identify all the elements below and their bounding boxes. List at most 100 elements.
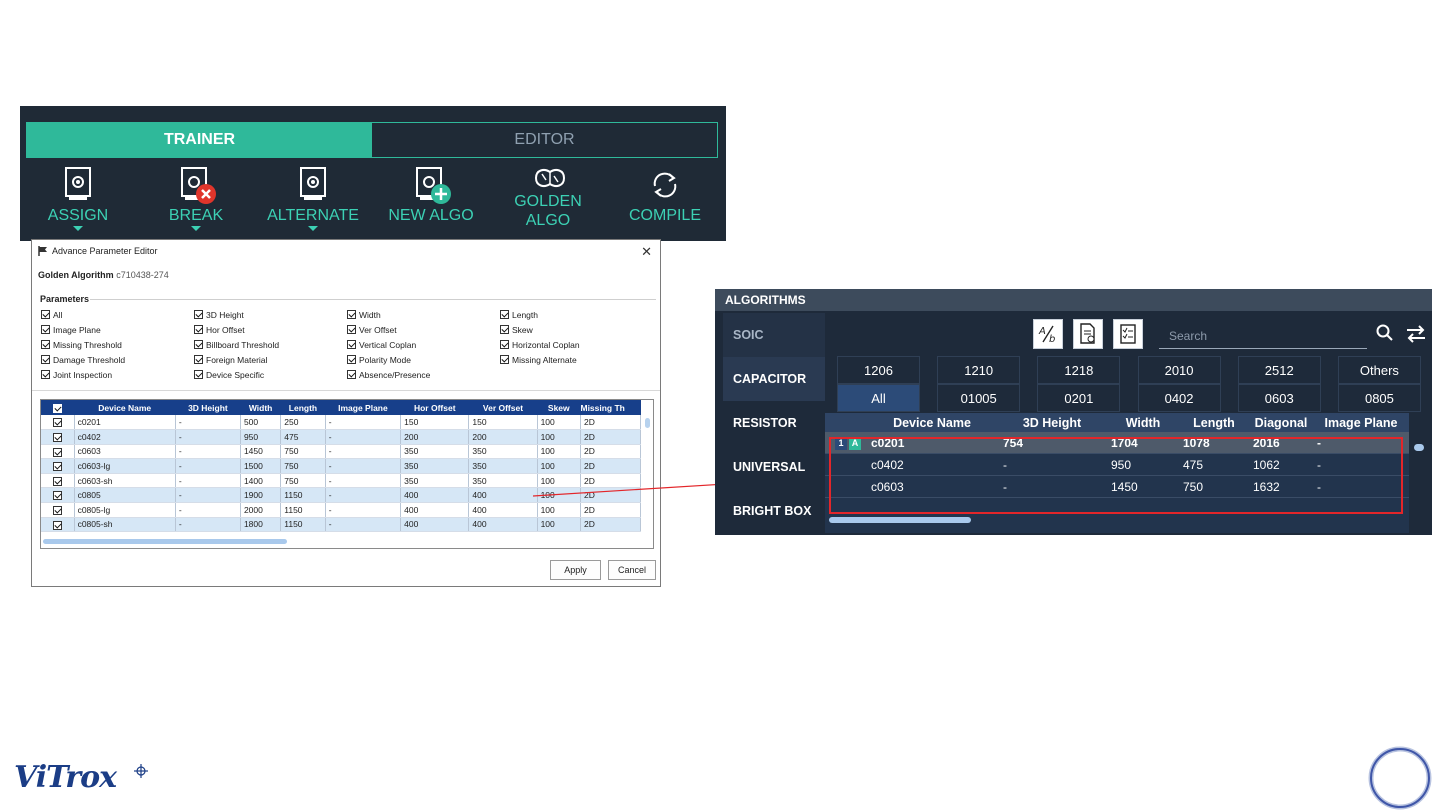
grid-cell[interactable]: 400 [400, 502, 470, 518]
table-row[interactable]: c0805-sh -1800 1150-400 400 100 2D [41, 517, 642, 533]
checkbox-checked-icon[interactable] [347, 310, 356, 319]
size-filter-0603[interactable]: 0603 [1237, 384, 1321, 412]
grid-cell[interactable]: 350 [400, 458, 470, 474]
grid-header-width[interactable]: Width [240, 400, 281, 415]
algo-table-horizontal-scrollbar[interactable] [829, 517, 971, 523]
view-document-button[interactable] [1073, 319, 1103, 349]
close-icon[interactable]: ✕ [641, 244, 652, 260]
size-filter-0805[interactable]: 0805 [1337, 384, 1421, 412]
grid-cell[interactable]: 950 [240, 429, 282, 445]
grid-cell[interactable]: 100 [537, 517, 581, 533]
new-algo-button[interactable]: NEW ALGO [376, 164, 486, 241]
table-row[interactable]: c0603-lg -1500 750-350 350 100 2D [41, 458, 642, 474]
golden-algo-button[interactable]: GOLDEN ALGO [493, 164, 603, 241]
assign-dropdown-caret[interactable] [73, 226, 83, 231]
grid-cell[interactable]: - [175, 458, 241, 474]
checkbox-checked-icon[interactable] [347, 340, 356, 349]
grid-cell[interactable]: - [325, 444, 402, 460]
size-filter-0201[interactable]: 0201 [1037, 384, 1121, 412]
grid-cell[interactable]: 350 [468, 473, 538, 489]
param-checkbox-horizontal-coplan[interactable]: Horizontal Coplan [500, 337, 653, 352]
grid-cell[interactable]: 150 [400, 415, 470, 431]
grid-cell[interactable]: - [175, 444, 241, 460]
size-filter-0402[interactable]: 0402 [1137, 384, 1221, 412]
grid-cell[interactable]: 2000 [240, 502, 282, 518]
grid-cell[interactable]: 350 [468, 458, 538, 474]
grid-cell[interactable]: 1500 [240, 458, 282, 474]
checkbox-checked-icon[interactable] [41, 370, 50, 379]
table-row[interactable]: c0201-500 250-150 150 100 2D [41, 415, 642, 431]
grid-header-hor-offset[interactable]: Hor Offset [400, 400, 469, 415]
grid-header-skew[interactable]: Skew [537, 400, 581, 415]
grid-cell[interactable]: 1900 [240, 487, 282, 504]
alternate-dropdown-caret[interactable] [308, 226, 318, 231]
grid-horizontal-scrollbar[interactable] [43, 539, 287, 544]
param-checkbox-billboard-threshold[interactable]: Billboard Threshold [194, 337, 347, 352]
grid-cell[interactable]: 1800 [240, 517, 282, 533]
param-checkbox-image-plane[interactable]: Image Plane [41, 322, 194, 337]
category-resistor[interactable]: RESISTOR [723, 401, 825, 445]
grid-cell[interactable]: - [325, 487, 402, 504]
grid-cell[interactable]: 500 [240, 415, 282, 431]
grid-cell[interactable]: 1150 [280, 487, 326, 504]
param-checkbox-skew[interactable]: Skew [500, 322, 653, 337]
grid-cell[interactable]: 350 [400, 444, 470, 460]
grid-cell[interactable]: c0805-lg [74, 502, 176, 518]
grid-cell[interactable]: 2D [580, 458, 642, 474]
grid-cell[interactable]: c0805 [74, 487, 176, 504]
size-filter-1210[interactable]: 1210 [937, 356, 1021, 384]
size-filter-1218[interactable]: 1218 [1037, 356, 1121, 384]
grid-cell[interactable]: 2D [580, 502, 642, 518]
checkbox-checked-icon[interactable] [194, 325, 203, 334]
param-checkbox-foreign-material[interactable]: Foreign Material [194, 352, 347, 367]
algo-col-diagonal[interactable]: Diagonal [1249, 416, 1313, 430]
search-icon[interactable] [1375, 323, 1395, 343]
checkbox-checked-icon[interactable] [194, 355, 203, 364]
table-row[interactable]: c0805-1900 1150-400 400 100 2D [41, 487, 642, 504]
size-filter-2512[interactable]: 2512 [1237, 356, 1321, 384]
param-checkbox-all[interactable]: All [41, 307, 194, 322]
checkbox-checked-icon[interactable] [500, 355, 509, 364]
grid-cell[interactable]: 350 [468, 444, 538, 460]
grid-cell[interactable]: 350 [400, 473, 470, 489]
algo-col-device-name[interactable]: Device Name [867, 416, 997, 430]
category-soic[interactable]: SOIC [723, 313, 825, 357]
grid-cell[interactable]: 1150 [280, 517, 326, 533]
grid-cell[interactable]: 1400 [240, 473, 282, 489]
param-checkbox-missing-threshold[interactable]: Missing Threshold [41, 337, 194, 352]
grid-cell[interactable]: - [325, 415, 402, 431]
grid-header-missing-threshold[interactable]: Missing Th [580, 400, 641, 415]
tab-editor[interactable]: EDITOR [372, 123, 717, 157]
row-checkbox[interactable] [41, 487, 75, 504]
checkbox-checked-icon[interactable] [194, 340, 203, 349]
grid-cell[interactable]: 200 [468, 429, 538, 445]
algo-table-vertical-scrollbar[interactable] [1414, 444, 1424, 451]
checkbox-checked-icon[interactable] [194, 370, 203, 379]
grid-cell[interactable]: - [175, 487, 241, 504]
checkbox-checked-icon[interactable] [41, 325, 50, 334]
break-dropdown-caret[interactable] [191, 226, 201, 231]
grid-cell[interactable]: - [175, 415, 241, 431]
grid-cell[interactable]: - [325, 458, 402, 474]
grid-cell[interactable]: 2D [580, 473, 642, 489]
param-checkbox-device-specific[interactable]: Device Specific [194, 367, 347, 382]
table-row[interactable]: c0805-lg -2000 1150-400 400 100 2D [41, 502, 642, 518]
grid-cell[interactable]: 150 [468, 415, 538, 431]
rename-button[interactable]: Ab [1033, 319, 1063, 349]
row-checkbox[interactable] [41, 502, 75, 518]
grid-cell[interactable]: - [325, 502, 402, 518]
algo-col-width[interactable]: Width [1107, 416, 1179, 430]
grid-cell[interactable]: - [175, 517, 241, 533]
grid-cell[interactable]: 2D [580, 429, 642, 445]
grid-cell[interactable]: 400 [468, 502, 538, 518]
category-universal[interactable]: UNIVERSAL [723, 445, 825, 489]
param-checkbox-missing-alternate[interactable]: Missing Alternate [500, 352, 653, 367]
grid-cell[interactable]: 750 [280, 473, 326, 489]
table-row[interactable]: c0603-sh -1400 750-350 350 100 2D [41, 473, 642, 489]
checkbox-checked-icon[interactable] [194, 310, 203, 319]
size-filter-others[interactable]: Others [1337, 356, 1421, 384]
swap-icon[interactable] [1405, 325, 1427, 343]
grid-cell[interactable]: 2D [580, 415, 642, 431]
grid-cell[interactable]: - [325, 429, 402, 445]
grid-cell[interactable]: 100 [537, 444, 581, 460]
